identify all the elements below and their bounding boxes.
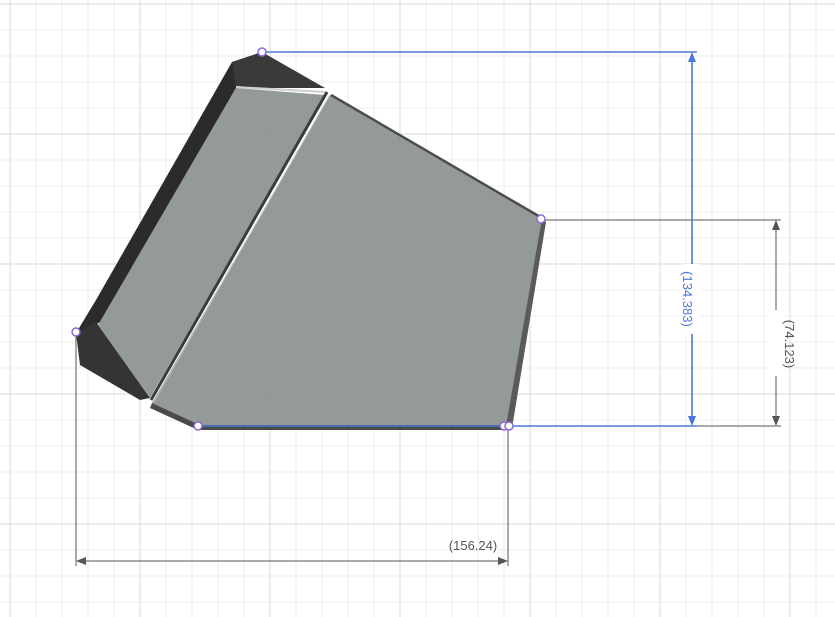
- sketch-point-top[interactable]: [257, 47, 267, 57]
- sketch-point-bottom-left[interactable]: [193, 421, 203, 431]
- part-model[interactable]: [76, 52, 546, 430]
- dimension-label-156[interactable]: (156.24): [449, 538, 497, 553]
- arrowhead-bottom: [772, 416, 780, 426]
- arrowhead-top: [688, 52, 696, 62]
- arrowhead-top: [772, 220, 780, 230]
- dimension-label-134[interactable]: (134.383): [680, 271, 695, 327]
- arrowhead-bottom: [688, 416, 696, 426]
- sketch-canvas[interactable]: (134.383) (74.123) (156.24): [0, 0, 835, 617]
- sketch-point-bottom-right-2[interactable]: [504, 421, 514, 431]
- dimension-label-74[interactable]: (74.123): [782, 320, 797, 368]
- sketch-point-right[interactable]: [536, 214, 546, 224]
- dimension-horizontal-gray[interactable]: (156.24): [76, 538, 508, 565]
- dimension-vertical-gray[interactable]: (74.123): [767, 220, 797, 426]
- part-top-flange: [232, 52, 325, 88]
- arrowhead-right: [498, 557, 508, 565]
- arrowhead-left: [76, 557, 86, 565]
- sketch-point-left[interactable]: [71, 327, 81, 337]
